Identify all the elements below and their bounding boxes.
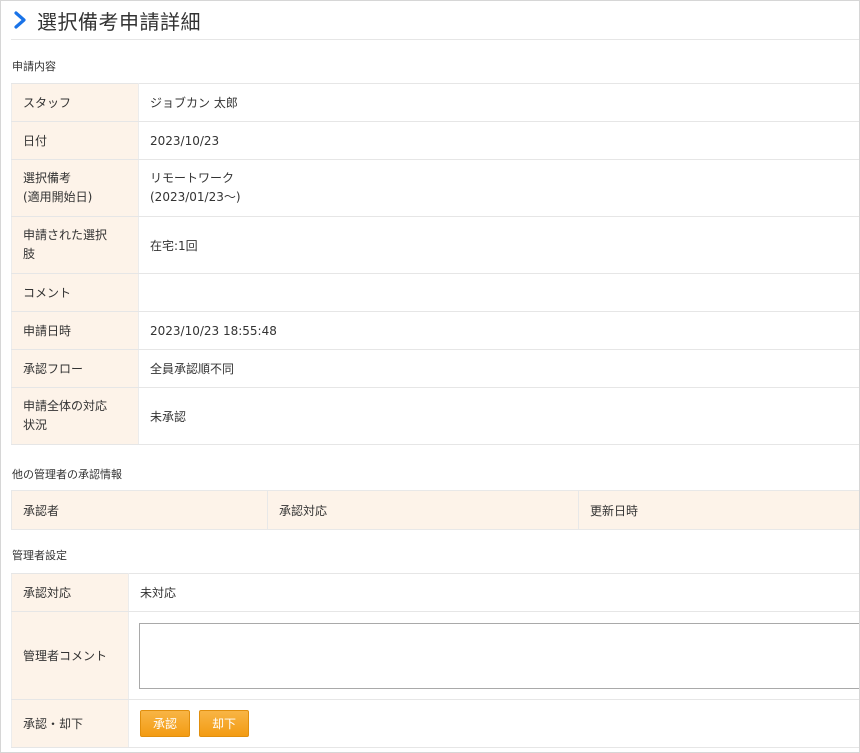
section-label-admin: 管理者設定 xyxy=(12,549,67,562)
label-selection-note-line2: (適用開始日) xyxy=(23,190,93,204)
label-admin-comment: 管理者コメント xyxy=(11,611,129,700)
label-selection-note: 選択備考 (適用開始日) xyxy=(11,159,139,217)
label-selection-note-line1: 選択備考 xyxy=(23,171,72,185)
request-detail-table: スタッフ ジョブカン 太郎 日付 2023/10/23 選択備考 (適用開始日)… xyxy=(11,83,859,445)
value-selection-note-line2: (2023/01/23〜) xyxy=(150,190,241,204)
header-updated-at: 更新日時 xyxy=(578,490,859,530)
label-overall-status: 申請全体の対応 状況 xyxy=(11,387,139,445)
value-staff: ジョブカン 太郎 xyxy=(138,83,859,122)
value-approval-flow: 全員承認順不同 xyxy=(138,349,859,388)
row-selection-note: 選択備考 (適用開始日) リモートワーク (2023/01/23〜) xyxy=(11,159,859,217)
label-approval-flow: 承認フロー xyxy=(11,349,139,388)
page-title: 選択備考申請詳細 xyxy=(37,9,201,34)
value-overall-status: 未承認 xyxy=(138,387,859,445)
section-label-approvals: 他の管理者の承認情報 xyxy=(12,468,122,481)
label-admin-status: 承認対応 xyxy=(11,573,129,612)
admin-comment-cell xyxy=(128,611,859,700)
label-requested-option: 申請された選択 肢 xyxy=(11,216,139,274)
row-staff: スタッフ ジョブカン 太郎 xyxy=(11,83,859,122)
value-date: 2023/10/23 xyxy=(138,121,859,160)
admin-actions-cell: 承認 却下 xyxy=(128,699,859,748)
section-label-request: 申請内容 xyxy=(12,60,56,73)
chevron-right-icon xyxy=(11,11,29,29)
row-admin-comment: 管理者コメント xyxy=(11,611,859,700)
label-comment: コメント xyxy=(11,273,139,312)
row-admin-actions: 承認・却下 承認 却下 xyxy=(11,699,859,748)
approver-table: 承認者 承認対応 更新日時 xyxy=(11,490,859,530)
row-overall-status: 申請全体の対応 状況 未承認 xyxy=(11,387,859,445)
value-request-datetime: 2023/10/23 18:55:48 xyxy=(138,311,859,350)
value-selection-note: リモートワーク (2023/01/23〜) xyxy=(138,159,859,217)
label-request-datetime: 申請日時 xyxy=(11,311,139,350)
title-bar: 選択備考申請詳細 xyxy=(11,1,859,40)
admin-settings-table: 承認対応 未対応 管理者コメント 承認・却下 承認 却下 xyxy=(11,573,859,748)
value-selection-note-line1: リモートワーク xyxy=(150,171,235,185)
value-requested-option: 在宅:1回 xyxy=(138,216,859,274)
page-frame: 選択備考申請詳細 申請内容 スタッフ ジョブカン 太郎 日付 2023/10/2… xyxy=(0,0,860,753)
row-date: 日付 2023/10/23 xyxy=(11,121,859,160)
header-approver: 承認者 xyxy=(11,490,268,530)
label-staff: スタッフ xyxy=(11,83,139,122)
reject-button[interactable]: 却下 xyxy=(199,710,249,737)
admin-comment-textarea[interactable] xyxy=(139,622,859,689)
label-overall-status-line2: 状況 xyxy=(23,418,48,432)
row-requested-option: 申請された選択 肢 在宅:1回 xyxy=(11,216,859,274)
value-admin-status: 未対応 xyxy=(128,573,859,612)
approve-button[interactable]: 承認 xyxy=(140,710,190,737)
row-admin-status: 承認対応 未対応 xyxy=(11,573,859,612)
label-date: 日付 xyxy=(11,121,139,160)
approver-table-header: 承認者 承認対応 更新日時 xyxy=(11,490,859,530)
row-request-datetime: 申請日時 2023/10/23 18:55:48 xyxy=(11,311,859,350)
label-requested-option-line1: 申請された選択 xyxy=(23,228,108,242)
row-comment: コメント xyxy=(11,273,859,312)
label-requested-option-line2: 肢 xyxy=(23,247,36,261)
header-approval-action: 承認対応 xyxy=(267,490,579,530)
row-approval-flow: 承認フロー 全員承認順不同 xyxy=(11,349,859,388)
label-admin-actions: 承認・却下 xyxy=(11,699,129,748)
value-comment xyxy=(138,273,859,312)
label-overall-status-line1: 申請全体の対応 xyxy=(23,399,108,413)
